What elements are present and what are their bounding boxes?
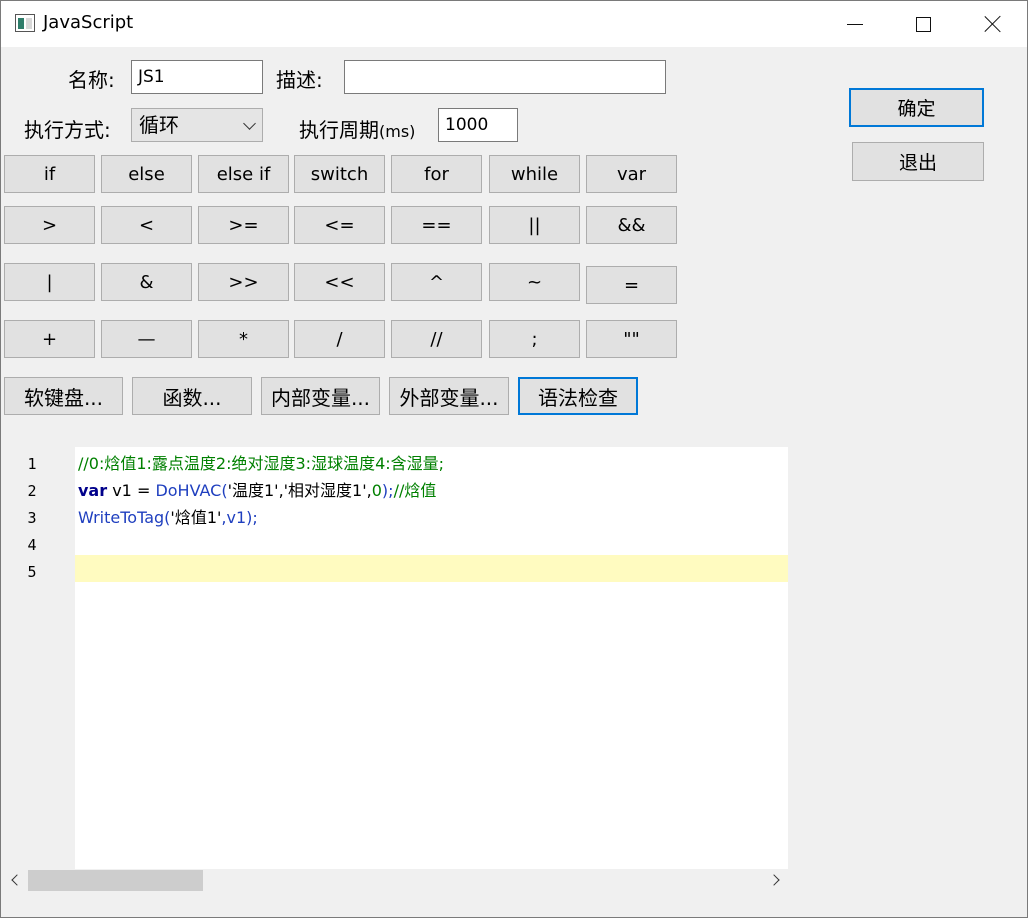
greater-than-button[interactable]: > <box>4 206 95 244</box>
plus-button[interactable]: + <box>4 320 95 358</box>
minimize-icon <box>847 23 863 25</box>
scrollbar-thumb[interactable] <box>28 870 203 891</box>
bitwise-or-button[interactable]: | <box>4 263 95 301</box>
maximize-button[interactable] <box>889 1 957 47</box>
description-label: 描述: <box>276 68 323 92</box>
close-button[interactable] <box>959 1 1027 47</box>
for-button[interactable]: for <box>391 155 482 193</box>
syntax-check-button[interactable]: 语法检查 <box>518 377 638 415</box>
xor-button[interactable]: ^ <box>391 263 482 301</box>
close-icon <box>984 15 1002 33</box>
period-input[interactable]: 1000 <box>438 108 518 142</box>
code-line-5-current <box>75 555 788 582</box>
logical-or-button[interactable]: || <box>489 206 580 244</box>
line-number: 5 <box>27 563 37 581</box>
title-bar: JavaScript <box>1 1 1027 47</box>
while-button[interactable]: while <box>489 155 580 193</box>
maximize-icon <box>915 16 931 32</box>
scroll-left-icon[interactable] <box>11 874 23 886</box>
functions-button[interactable]: 函数... <box>132 377 252 415</box>
line-number: 1 <box>27 455 37 473</box>
quotes-button[interactable]: "" <box>586 320 677 358</box>
external-variables-button[interactable]: 外部变量... <box>389 377 509 415</box>
if-button[interactable]: if <box>4 155 95 193</box>
var-button[interactable]: var <box>586 155 677 193</box>
exec-mode-value: 循环 <box>139 113 179 137</box>
multiply-button[interactable]: * <box>198 320 289 358</box>
horizontal-scrollbar[interactable] <box>3 869 788 893</box>
line-number: 3 <box>27 509 37 527</box>
name-label: 名称: <box>68 68 115 92</box>
exec-mode-select[interactable]: 循环 <box>131 108 263 142</box>
javascript-dialog: JavaScript 名称: JS1 描述: 执行方式: 循环 执行周期(ms)… <box>0 0 1028 918</box>
scroll-right-icon[interactable] <box>768 874 780 886</box>
internal-variables-button[interactable]: 内部变量... <box>261 377 380 415</box>
shift-right-button[interactable]: >> <box>198 263 289 301</box>
code-line-2: var v1 = DoHVAC('温度1','相对湿度1',0);//焓值 <box>78 481 437 500</box>
else-button[interactable]: else <box>101 155 192 193</box>
period-label: 执行周期(ms) <box>299 118 416 142</box>
line-number-gutter: 1 2 3 4 5 <box>3 447 75 869</box>
line-number: 4 <box>27 536 37 554</box>
equals-button[interactable]: == <box>391 206 482 244</box>
less-equal-button[interactable]: <= <box>294 206 385 244</box>
line-number: 2 <box>27 482 37 500</box>
greater-equal-button[interactable]: >= <box>198 206 289 244</box>
bitwise-and-button[interactable]: & <box>101 263 192 301</box>
assign-button[interactable]: = <box>586 266 677 304</box>
minimize-button[interactable] <box>821 1 889 47</box>
logical-and-button[interactable]: && <box>586 206 677 244</box>
code-text-area[interactable]: //0:焓值1:露点温度2:绝对湿度3:湿球温度4:含湿量; var v1 = … <box>75 447 788 869</box>
code-editor[interactable]: 1 2 3 4 5 //0:焓值1:露点温度2:绝对湿度3:湿球温度4:含湿量;… <box>3 447 788 869</box>
switch-button[interactable]: switch <box>294 155 385 193</box>
comment-button[interactable]: // <box>391 320 482 358</box>
description-input[interactable] <box>344 60 666 94</box>
app-window-icon <box>15 14 35 32</box>
semicolon-button[interactable]: ; <box>489 320 580 358</box>
exec-mode-label: 执行方式: <box>24 118 111 142</box>
less-than-button[interactable]: < <box>101 206 192 244</box>
code-line-1: //0:焓值1:露点温度2:绝对湿度3:湿球温度4:含湿量; <box>78 454 445 473</box>
chevron-down-icon <box>243 117 256 130</box>
bitwise-not-button[interactable]: ~ <box>489 263 580 301</box>
ok-button[interactable]: 确定 <box>849 88 984 127</box>
else-if-button[interactable]: else if <box>198 155 289 193</box>
soft-keyboard-button[interactable]: 软键盘... <box>4 377 123 415</box>
name-input[interactable]: JS1 <box>131 60 263 94</box>
code-line-3: WriteToTag('焓值1',v1); <box>78 508 258 527</box>
minus-button[interactable]: — <box>101 320 192 358</box>
exit-button[interactable]: 退出 <box>852 142 984 181</box>
shift-left-button[interactable]: << <box>294 263 385 301</box>
window-title: JavaScript <box>43 12 134 33</box>
divide-button[interactable]: / <box>294 320 385 358</box>
